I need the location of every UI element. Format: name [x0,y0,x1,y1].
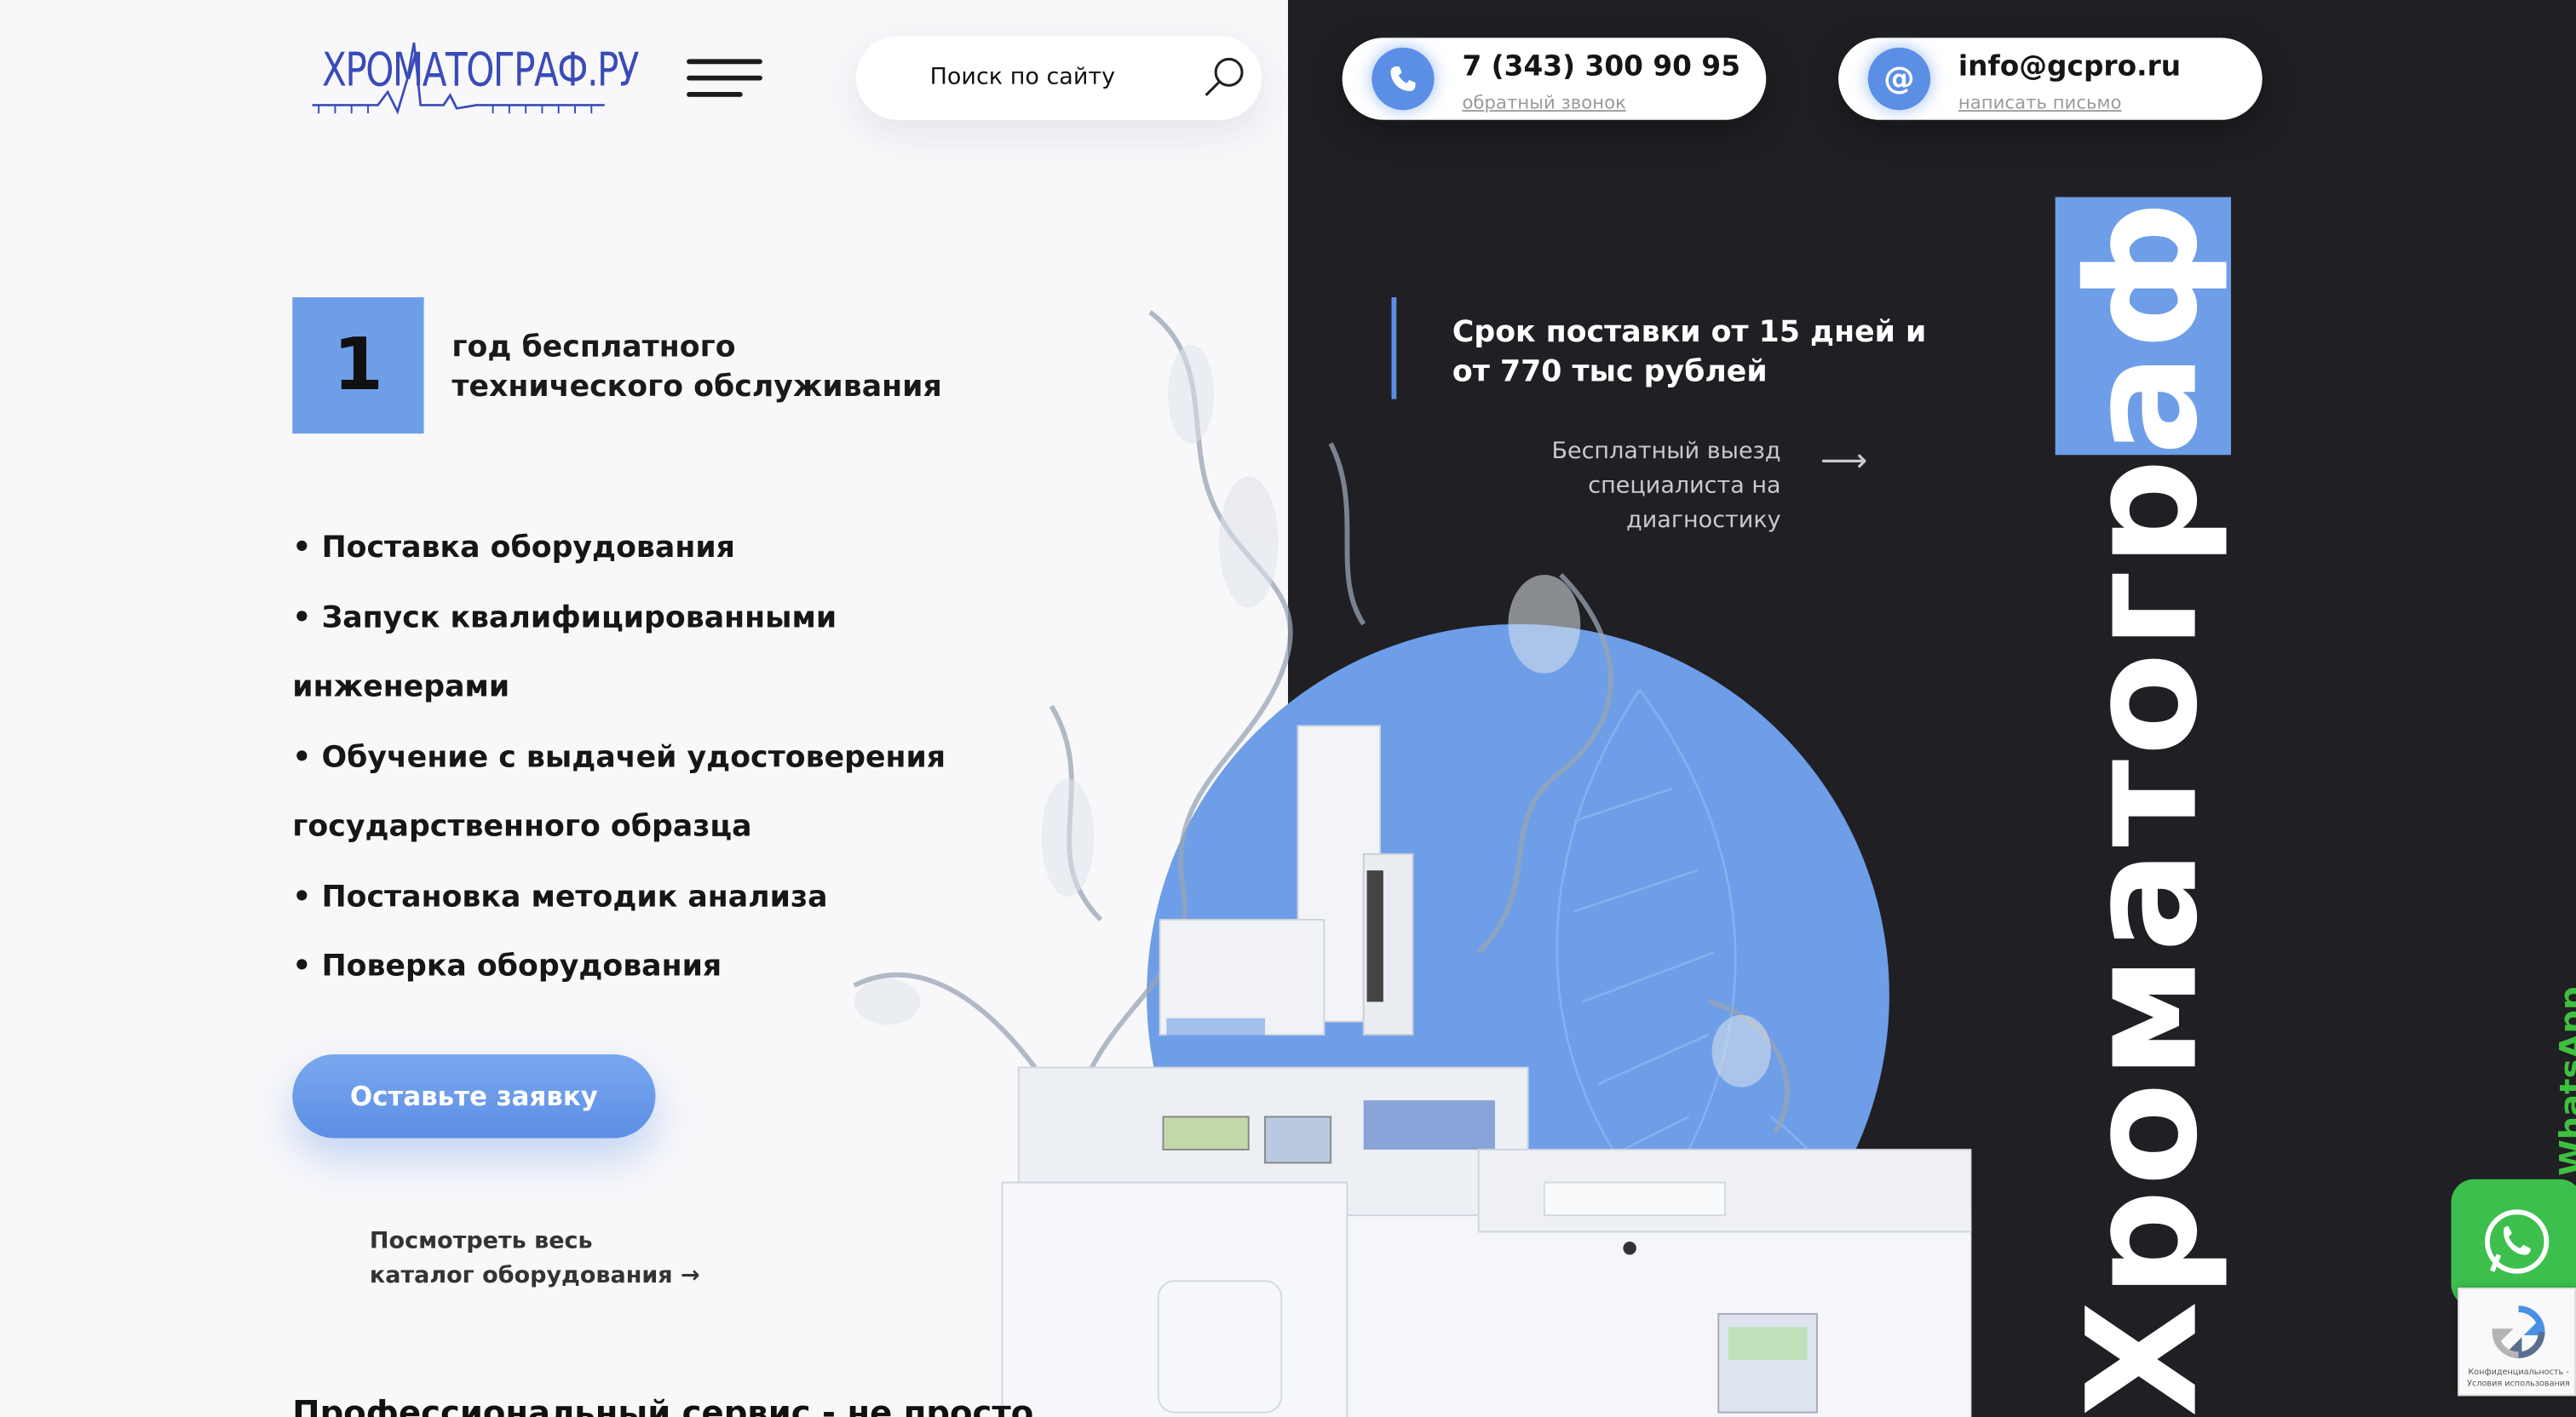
callback-link[interactable]: обратный звонок [1462,92,1625,113]
whatsapp-label[interactable]: WhatsApp [2551,986,2576,1176]
logo-text: ХРОМАТОГРАФ.РУ [322,43,640,97]
year-badge: 1 [292,297,424,434]
free-visit-link[interactable]: Бесплатный выезд специалиста на диагност… [1452,435,1781,539]
search-icon[interactable] [1199,54,1249,104]
catalog-link[interactable]: Посмотреть весь каталог оборудования → [370,1225,700,1294]
list-item: • Поверка оборудования [292,949,722,984]
arrow-right-icon[interactable]: ⟶ [1820,440,1867,479]
badge-caption: год бесплатного технического обслуживани… [451,329,941,408]
visit-line1: Бесплатный выезд [1551,438,1781,465]
badge-caption-line1: год бесплатного [451,330,736,365]
email-pill[interactable]: @ info@gcpro.ru написать письмо [1838,37,2263,120]
phone-number[interactable]: 7 (343) 300 90 95 [1462,51,1740,84]
recaptcha-badge[interactable]: Конфиденциальность - Условия использован… [2458,1288,2576,1397]
delivery-info: Срок поставки от 15 дней и от 770 тыс ру… [1452,313,1926,393]
delivery-line2: от 770 тыс рублей [1452,354,1768,390]
badge-caption-line2: технического обслуживания [451,369,942,404]
email-address[interactable]: info@gcpro.ru [1958,51,2181,84]
write-letter-link[interactable]: написать письмо [1958,92,2122,113]
list-item: • Запуск квалифицированными [292,600,837,635]
features-list: • Поставка оборудования • Запуск квалифи… [292,514,982,1003]
search-placeholder: Поиск по сайту [929,64,1116,91]
request-button[interactable]: Оставьте заявку [292,1054,656,1139]
section-heading: Профессиональный сервис - не просто [292,1392,1034,1417]
vertical-title-highlight: аф [2055,197,2232,456]
list-item: • Поставка оборудования [292,530,735,565]
vertical-title-prefix: Хроматогр [2055,455,2232,1417]
visit-line2: специалиста на диагностику [1588,473,1781,534]
site-logo[interactable]: ХРОМАТОГРАФ.РУ [312,36,640,121]
catalog-link-line2: каталог оборудования → [369,1263,700,1289]
whatsapp-icon [2485,1209,2550,1274]
delivery-line1: Срок поставки от 15 дней и [1452,315,1927,350]
recaptcha-text: Конфиденциальность - Условия использован… [2467,1368,2570,1390]
list-item: инженерами [292,669,510,705]
email-icon: @ [1867,47,1931,111]
list-item: • Обучение с выдачей удостоверения [292,739,946,775]
phone-icon [1371,47,1435,111]
phone-pill[interactable]: 7 (343) 300 90 95 обратный звонок [1342,37,1767,120]
catalog-link-line1: Посмотреть весь [369,1228,593,1255]
vertical-brand-title: Хроматограф [2055,197,2232,1417]
accent-line [1391,297,1397,399]
menu-icon[interactable] [687,59,766,98]
list-item: государственного образца [292,809,752,845]
list-item: • Постановка методик анализа [292,879,828,915]
recaptcha-icon [2492,1305,2545,1358]
